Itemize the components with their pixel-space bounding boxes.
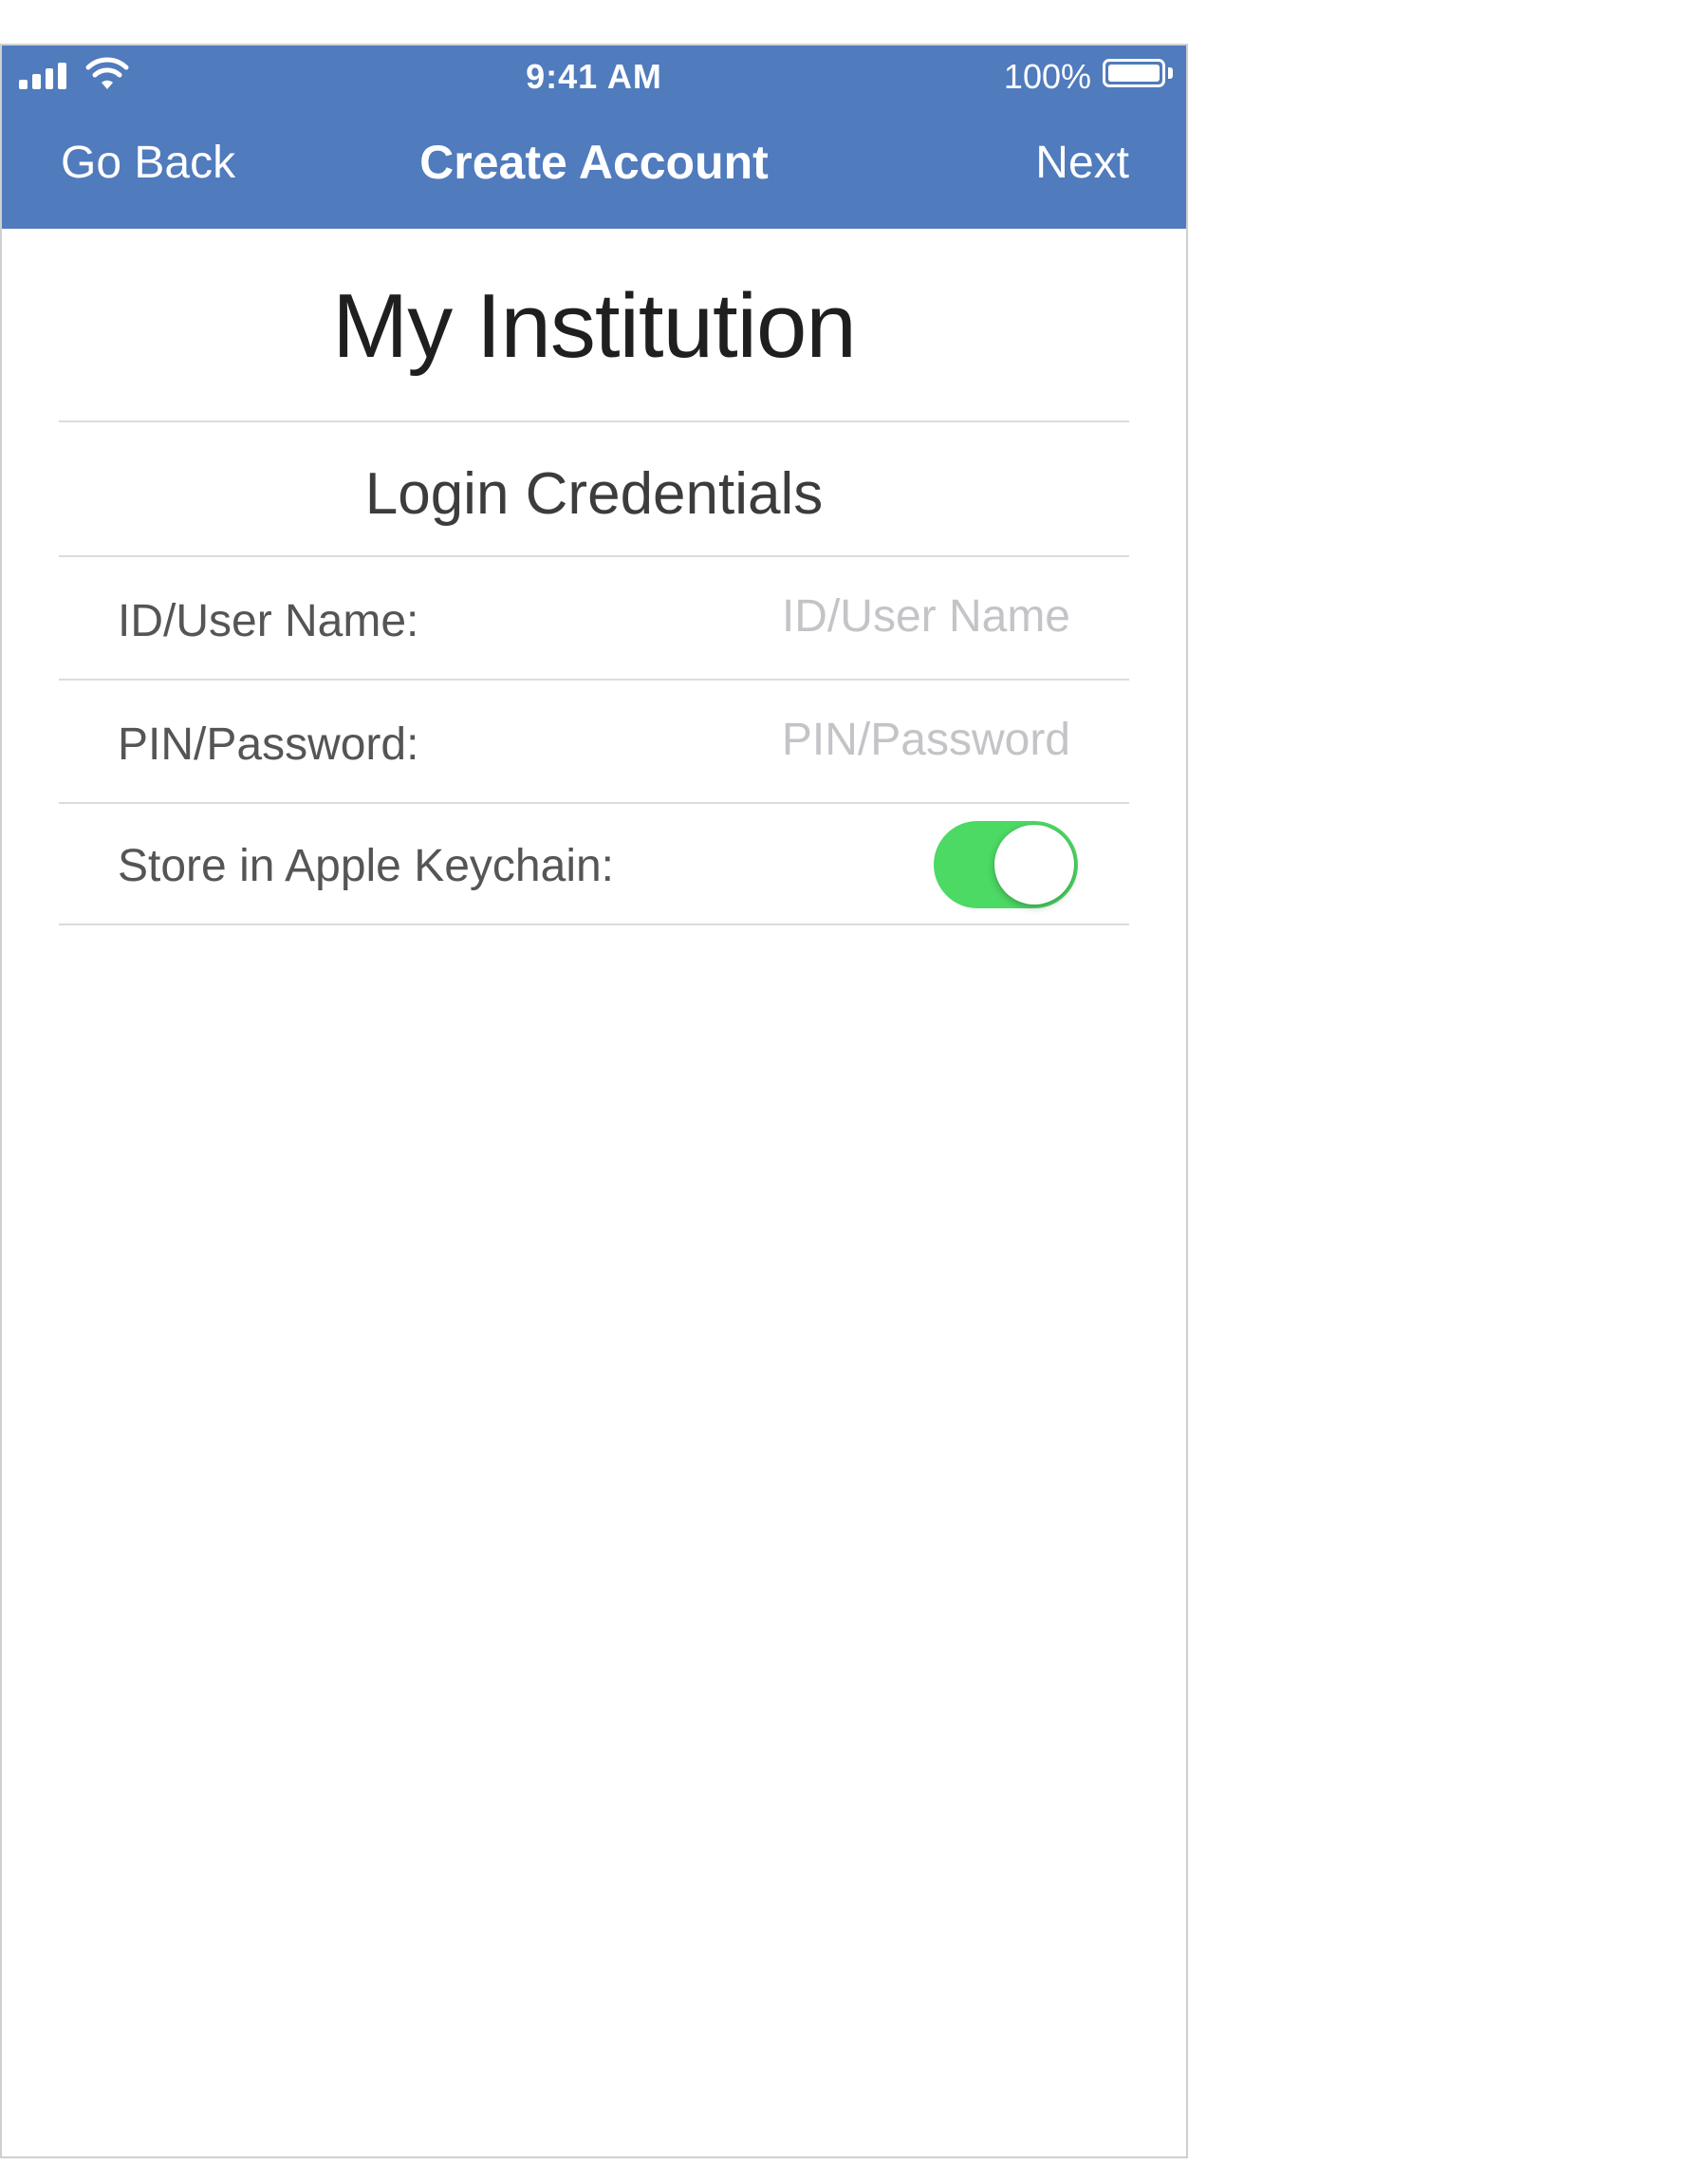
battery-cap xyxy=(1168,67,1173,79)
divider xyxy=(59,420,1129,422)
toggle-knob xyxy=(994,825,1074,905)
password-label: PIN/Password: xyxy=(118,719,419,770)
password-input[interactable] xyxy=(577,709,1070,770)
battery-fill xyxy=(1108,65,1160,82)
username-input[interactable] xyxy=(577,586,1070,646)
status-bar: 9:41 AM 100% xyxy=(2,46,1186,104)
keychain-row: Store in Apple Keychain: xyxy=(59,804,1129,925)
keychain-toggle[interactable] xyxy=(934,821,1078,908)
go-back-button[interactable]: Go Back xyxy=(61,137,235,189)
keychain-label: Store in Apple Keychain: xyxy=(118,841,615,891)
battery-percent: 100% xyxy=(1003,57,1091,96)
page: 9:41 AM 100% Go Back Create Account Next… xyxy=(0,0,1708,2183)
next-button[interactable]: Next xyxy=(1035,137,1129,189)
username-label: ID/User Name: xyxy=(118,596,419,646)
top-bar: 9:41 AM 100% Go Back Create Account Next xyxy=(2,46,1186,229)
institution-name: My Institution xyxy=(332,275,857,377)
battery-icon xyxy=(1103,59,1165,87)
username-row: ID/User Name: xyxy=(59,557,1129,679)
password-row: PIN/Password: xyxy=(59,681,1129,802)
section-title: Login Credentials xyxy=(364,461,824,527)
divider xyxy=(59,924,1129,925)
phone-screen: 9:41 AM 100% Go Back Create Account Next… xyxy=(0,44,1188,2158)
